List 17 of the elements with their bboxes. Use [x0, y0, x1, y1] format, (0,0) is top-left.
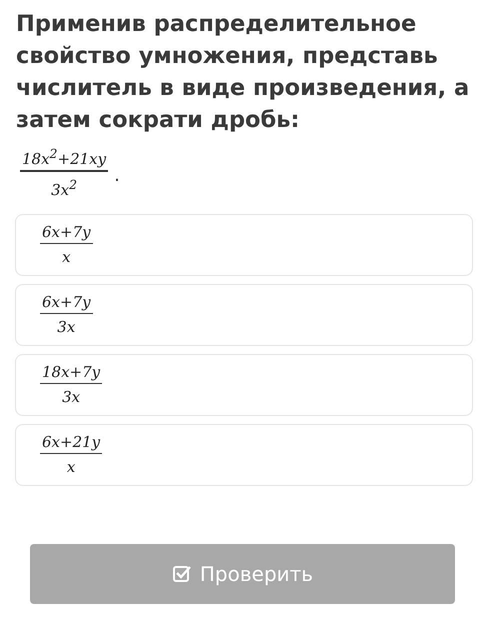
answer-option[interactable]: 6x+7y x [15, 214, 473, 276]
numerator: 18x$^{2}$+21xy [21, 145, 108, 169]
numerator: 6x+7y [41, 222, 92, 242]
numerator: 18x+7y [41, 362, 102, 382]
denominator: x [61, 247, 72, 268]
answer-option[interactable]: 18x+7y 3x [15, 354, 473, 416]
answer-option[interactable]: 6x+21y x [15, 424, 473, 486]
numerator: 6x+21y [41, 432, 102, 452]
period: . [114, 164, 120, 188]
denominator: 3x$^{2}$ [50, 176, 78, 200]
question-text: Применив распределительное свойство умножения, представь числитель в виде произведения, а затем сократи дробь: [16, 10, 470, 135]
checkbox-icon [172, 564, 192, 584]
answer-option[interactable]: 6x+7y 3x [15, 284, 473, 346]
numerator: 6x+7y [41, 292, 92, 312]
denominator: 3x [61, 387, 82, 408]
denominator: 3x [56, 317, 76, 338]
denominator: x [66, 457, 76, 478]
